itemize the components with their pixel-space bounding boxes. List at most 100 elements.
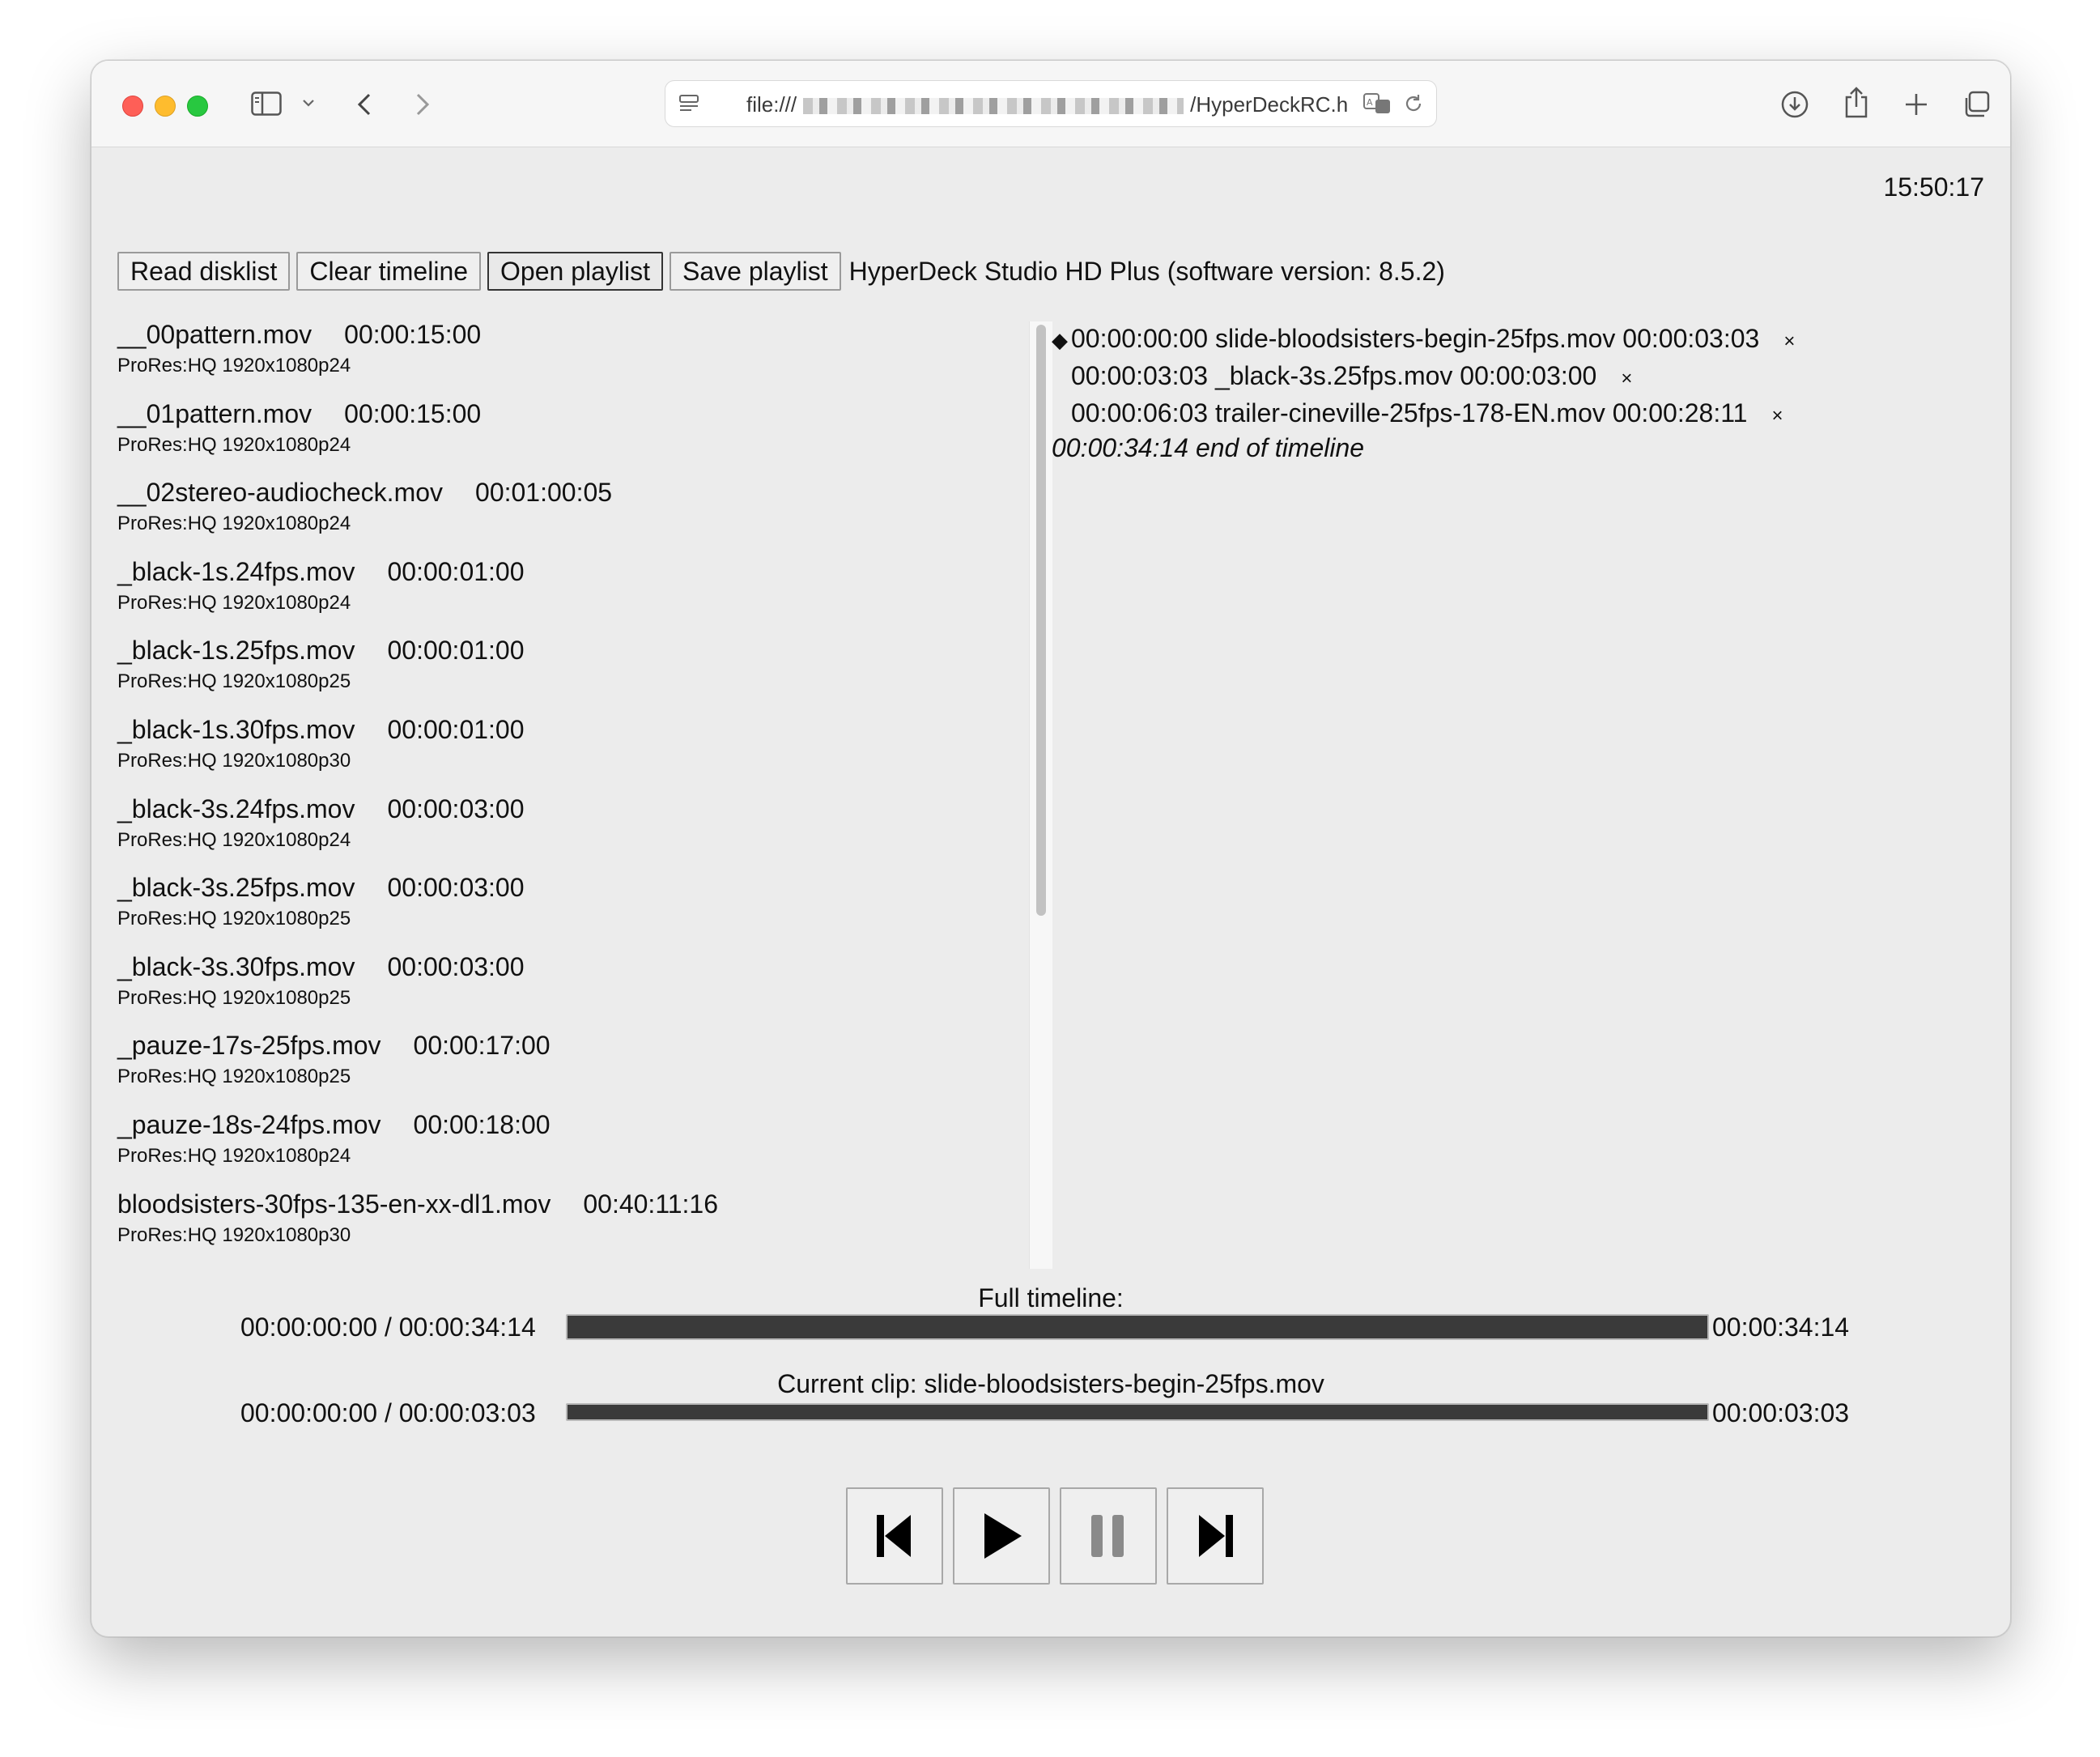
- browser-toolbar: file:/// /HyperDeckRC.h A: [91, 61, 2010, 147]
- clip-format: ProRes:HQ 1920x1080p24: [117, 513, 351, 535]
- clip-name: __02stereo-audiocheck.mov: [117, 478, 444, 508]
- disk-clip-item[interactable]: _pauze-17s-25fps.mov 00:00:17:00 ProRes:HQ…: [117, 1031, 1008, 1110]
- reload-icon[interactable]: [1401, 91, 1426, 117]
- clip-title: _black-3s.30fps.mov 00:00:03:00: [117, 952, 1008, 982]
- entry-start: 00:00:06:03: [1071, 398, 1209, 428]
- redacted-path: [803, 98, 1184, 115]
- full-timeline-position: 00:00:00:00 / 00:00:34:14: [240, 1312, 536, 1342]
- current-entry-marker: ◆: [1052, 328, 1068, 352]
- open-playlist-button[interactable]: Open playlist: [487, 252, 664, 291]
- disk-clip-item[interactable]: _black-3s.24fps.mov 00:00:03:00 ProRes:HQ …: [117, 794, 1008, 874]
- disk-clip-item[interactable]: bloodsisters-30fps-135-en-xx-dl1.mov 00:4…: [117, 1189, 1008, 1269]
- skip-next-icon: [1199, 1515, 1233, 1557]
- next-clip-button[interactable]: [1167, 1487, 1264, 1585]
- remove-entry-button[interactable]: ×: [1621, 360, 1632, 398]
- disk-clip-item[interactable]: _black-3s.30fps.mov 00:00:03:00 ProRes:HQ …: [117, 952, 1008, 1032]
- remove-entry-button[interactable]: ×: [1771, 398, 1783, 435]
- full-timeline-progress-bar[interactable]: [566, 1314, 1709, 1340]
- new-tab-icon[interactable]: [1900, 88, 1932, 121]
- share-icon[interactable]: [1840, 85, 1873, 121]
- previous-clip-button[interactable]: [846, 1487, 943, 1585]
- address-bar[interactable]: file:/// /HyperDeckRC.h A: [665, 80, 1437, 127]
- disk-clip-item[interactable]: _black-1s.24fps.mov 00:00:01:00 ProRes:HQ …: [117, 557, 1008, 636]
- url-suffix: /HyperDeckRC.h: [1190, 92, 1349, 117]
- clip-duration: 00:00:15:00: [344, 320, 482, 349]
- clip-format: ProRes:HQ 1920x1080p24: [117, 591, 351, 614]
- clip-name: __00pattern.mov: [117, 320, 312, 349]
- clip-title: _black-1s.25fps.mov 00:00:01:00: [117, 636, 1008, 666]
- page-settings-icon[interactable]: [677, 92, 703, 115]
- forward-icon[interactable]: [410, 88, 435, 121]
- clip-name: bloodsisters-30fps-135-en-xx-dl1.mov: [117, 1189, 551, 1219]
- clip-format: ProRes:HQ 1920x1080p25: [117, 986, 351, 1009]
- sidebar-icon[interactable]: [250, 90, 283, 117]
- current-clip-total: 00:00:03:03: [1712, 1398, 1850, 1427]
- translate-icon[interactable]: A: [1362, 91, 1394, 117]
- remove-entry-button[interactable]: ×: [1783, 323, 1795, 360]
- timeline-entry[interactable]: ◆ 00:00:00:00 slide-bloodsisters-begin-25…: [1052, 320, 1942, 357]
- entry-name: _black-3s.25fps.mov: [1214, 361, 1453, 390]
- clear-timeline-button[interactable]: Clear timeline: [296, 252, 482, 291]
- disk-clip-item[interactable]: _black-1s.25fps.mov 00:00:01:00 ProRes:HQ …: [117, 636, 1008, 715]
- read-disklist-button[interactable]: Read disklist: [117, 252, 291, 291]
- clip-duration: 00:01:00:05: [475, 478, 613, 508]
- disk-clip-list: __00pattern.mov 00:00:15:00 ProRes:HQ 1920…: [117, 320, 1008, 1268]
- clip-duration: 00:00:01:00: [387, 636, 525, 666]
- entry-duration: 00:00:28:11: [1612, 398, 1748, 428]
- current-clip-progress-bar[interactable]: [566, 1403, 1709, 1421]
- clip-title: bloodsisters-30fps-135-en-xx-dl1.mov 00:4…: [117, 1189, 1008, 1219]
- maximize-window-button[interactable]: [187, 96, 208, 117]
- entry-start: 00:00:03:03: [1071, 361, 1209, 390]
- disk-clip-item[interactable]: __00pattern.mov 00:00:15:00 ProRes:HQ 1920…: [117, 320, 1008, 399]
- clip-format: ProRes:HQ 1920x1080p24: [117, 355, 351, 376]
- scrollbar[interactable]: [1029, 321, 1052, 1269]
- pause-button[interactable]: [1060, 1487, 1157, 1585]
- current-clip-position: 00:00:00:00 / 00:00:03:03: [240, 1398, 536, 1427]
- url-prefix: file:///: [746, 92, 797, 117]
- timeline-list: ◆ 00:00:00:00 slide-bloodsisters-begin-25…: [1052, 320, 1942, 464]
- clip-duration: 00:00:15:00: [344, 398, 482, 428]
- disk-clip-item[interactable]: __02stereo-audiocheck.mov 00:01:00:05 ProR…: [117, 478, 1008, 557]
- clip-format: ProRes:HQ 1920x1080p24: [117, 828, 351, 851]
- clip-format: ProRes:HQ 1920x1080p30: [117, 749, 351, 772]
- clip-title: _black-1s.24fps.mov 00:00:01:00: [117, 557, 1008, 587]
- full-timeline-label: Full timeline:: [978, 1283, 1124, 1312]
- clip-title: _black-3s.25fps.mov 00:00:03:00: [117, 873, 1008, 903]
- clip-format: ProRes:HQ 1920x1080p25: [117, 1066, 351, 1088]
- disk-clip-item[interactable]: _pauze-18s-24fps.mov 00:00:18:00 ProRes:HQ…: [117, 1110, 1008, 1189]
- clip-name: _pauze-17s-25fps.mov: [117, 1031, 381, 1061]
- timeline-end-label: end of timeline: [1195, 433, 1365, 462]
- disk-clip-item[interactable]: __01pattern.mov 00:00:15:00 ProRes:HQ 1920…: [117, 399, 1008, 479]
- url-text: file:/// /HyperDeckRC.h: [746, 92, 1348, 117]
- clip-title: __01pattern.mov 00:00:15:00: [117, 399, 1008, 429]
- clip-duration: 00:00:01:00: [387, 714, 525, 744]
- timeline-entry[interactable]: 00:00:06:03 trailer-cineville-25fps-178-…: [1052, 394, 1942, 432]
- clip-duration: 00:40:11:16: [583, 1189, 719, 1219]
- clock: 15:50:17: [1883, 172, 1984, 202]
- svg-text:A: A: [1367, 97, 1373, 108]
- device-info: HyperDeck Studio HD Plus (software versi…: [848, 256, 1445, 286]
- browser-window: file:/// /HyperDeckRC.h A 15:50:17 Read d…: [91, 60, 2011, 1637]
- skip-previous-icon: [877, 1515, 911, 1557]
- scrollbar-thumb[interactable]: [1036, 325, 1046, 916]
- save-playlist-button[interactable]: Save playlist: [670, 252, 841, 291]
- minimize-window-button[interactable]: [155, 96, 176, 117]
- download-icon[interactable]: [1779, 88, 1811, 121]
- clip-name: _black-1s.30fps.mov: [117, 714, 355, 744]
- pause-icon: [1091, 1515, 1124, 1557]
- entry-name: trailer-cineville-25fps-178-EN.mov: [1214, 398, 1605, 428]
- chevron-down-icon[interactable]: [300, 95, 317, 111]
- clip-title: _pauze-17s-25fps.mov 00:00:17:00: [117, 1031, 1008, 1061]
- disk-clip-item[interactable]: _black-1s.30fps.mov 00:00:01:00 ProRes:HQ …: [117, 715, 1008, 794]
- back-icon[interactable]: [352, 88, 376, 121]
- clip-name: _black-1s.24fps.mov: [117, 556, 355, 586]
- play-button[interactable]: [953, 1487, 1050, 1585]
- entry-name: slide-bloodsisters-begin-25fps.mov: [1214, 324, 1616, 353]
- entry-duration: 00:00:03:00: [1460, 361, 1597, 390]
- disk-clip-item[interactable]: _black-3s.25fps.mov 00:00:03:00 ProRes:HQ …: [117, 873, 1008, 952]
- tab-overview-icon[interactable]: [1960, 88, 1992, 121]
- clip-duration: 00:00:18:00: [413, 1109, 551, 1139]
- clip-duration: 00:00:03:00: [387, 873, 525, 903]
- close-window-button[interactable]: [122, 96, 143, 117]
- timeline-entry[interactable]: 00:00:03:03 _black-3s.25fps.mov 00:00:03…: [1052, 357, 1942, 394]
